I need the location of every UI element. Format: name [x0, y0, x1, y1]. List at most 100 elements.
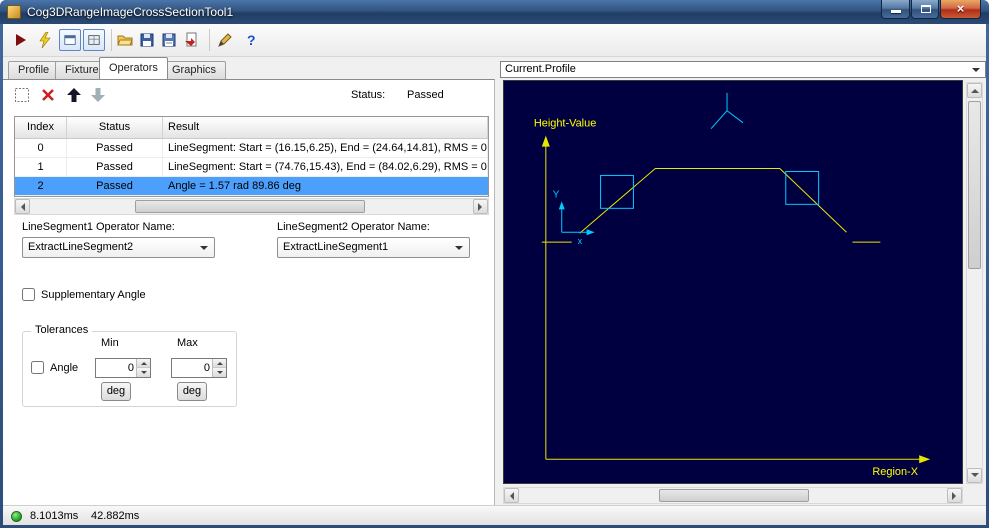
scroll-down-icon — [970, 473, 979, 481]
record-selector-combobox[interactable]: Current.Profile — [500, 61, 986, 78]
minimize-icon — [891, 10, 901, 13]
y-axis-label: Height-Value — [534, 118, 596, 130]
min-deg-button[interactable]: deg — [101, 382, 131, 401]
angle-max-input[interactable] — [172, 359, 212, 377]
profile-display-canvas[interactable]: Height-Value Region-X Y x — [503, 80, 963, 484]
linesegment2-value: ExtractLineSegment1 — [283, 241, 389, 253]
run-icon[interactable] — [13, 32, 29, 48]
import-icon[interactable] — [183, 32, 199, 48]
delete-operator-icon[interactable] — [39, 86, 57, 104]
minimize-button[interactable] — [881, 0, 910, 19]
image-window-button[interactable] — [83, 29, 105, 51]
spin-up-button[interactable] — [136, 359, 150, 368]
status-bar: 8.1013ms 42.882ms — [3, 505, 986, 525]
title-bar: Cog3DRangeImageCrossSectionTool1 × — [0, 0, 989, 24]
angle-tolerance-checkbox[interactable] — [31, 361, 44, 374]
max-deg-button[interactable]: deg — [177, 382, 207, 401]
mini-y-label: Y — [553, 189, 560, 200]
cell-index: 0 — [15, 139, 67, 157]
tab-graphics[interactable]: Graphics — [162, 61, 227, 79]
toolbar-separator — [111, 29, 112, 51]
chevron-down-icon — [200, 246, 208, 254]
cell-result: LineSegment: Start = (16.15,6.25), End =… — [163, 139, 488, 157]
scroll-right-button[interactable] — [473, 199, 488, 214]
graphics-panel: Current.Profile Height-Value Region-X Y … — [500, 61, 986, 505]
spin-down-icon — [140, 370, 147, 377]
tab-label: Graphics — [172, 64, 217, 76]
add-operator-icon[interactable] — [13, 86, 31, 104]
app-icon — [7, 5, 21, 19]
main-toolbar: ? — [3, 24, 986, 57]
table-row-selected[interactable]: 2 Passed Angle = 1.57 rad 89.86 deg — [15, 177, 488, 196]
hscroll-thumb[interactable] — [135, 200, 365, 213]
scroll-right-button[interactable] — [947, 488, 962, 503]
tab-profile[interactable]: Profile — [8, 61, 60, 79]
table-hscrollbar — [14, 198, 489, 215]
column-header-result[interactable]: Result — [163, 117, 488, 138]
scroll-down-button[interactable] — [967, 468, 982, 483]
supplementary-angle-row: Supplementary Angle — [22, 288, 146, 301]
results-table: Index Status Result 0 Passed LineSegment… — [14, 116, 489, 197]
linesegment1-combobox[interactable]: ExtractLineSegment2 — [22, 237, 215, 258]
close-button[interactable]: × — [940, 0, 981, 19]
angle-max-spinner — [171, 358, 227, 378]
cell-index: 1 — [15, 158, 67, 176]
hscroll-thumb[interactable] — [659, 489, 809, 502]
cell-status: Passed — [67, 158, 163, 176]
move-up-icon[interactable] — [65, 86, 83, 104]
profile-plot: Height-Value Region-X Y x — [504, 82, 962, 482]
save-icon[interactable] — [139, 32, 155, 48]
scroll-right-icon — [952, 491, 960, 500]
scroll-left-icon — [506, 491, 514, 500]
angle-min-input[interactable] — [96, 359, 136, 377]
spin-up-button[interactable] — [212, 359, 226, 368]
cell-result: LineSegment: Start = (74.76,15.43), End … — [163, 158, 488, 176]
total-time: 42.882ms — [91, 510, 140, 522]
table-header: Index Status Result — [15, 117, 488, 139]
app-window: Cog3DRangeImageCrossSectionTool1 × ? Pro… — [0, 0, 989, 528]
operators-toolbar: Status: Passed — [3, 80, 494, 110]
trigger-lightning-icon[interactable] — [37, 31, 53, 49]
column-header-index[interactable]: Index — [15, 117, 67, 138]
table-row[interactable]: 0 Passed LineSegment: Start = (16.15,6.2… — [15, 139, 488, 158]
scroll-up-icon — [970, 85, 979, 93]
record-selector-value: Current.Profile — [505, 63, 576, 75]
table-row[interactable]: 1 Passed LineSegment: Start = (74.76,15.… — [15, 158, 488, 177]
spin-down-button[interactable] — [212, 368, 226, 377]
signature-pen-icon[interactable] — [217, 32, 233, 48]
linesegment2-label: LineSegment2 Operator Name: — [277, 221, 430, 233]
angle-tolerance-row: Angle — [31, 361, 78, 374]
scroll-left-button[interactable] — [504, 488, 519, 503]
plot-background — [504, 82, 962, 482]
angle-min-spinner — [95, 358, 151, 378]
window-title: Cog3DRangeImageCrossSectionTool1 — [27, 5, 234, 19]
maximize-button[interactable] — [911, 0, 939, 19]
tab-label: Profile — [18, 64, 50, 76]
linesegment2-combobox[interactable]: ExtractLineSegment1 — [277, 237, 470, 258]
process-time: 8.1013ms — [30, 510, 79, 522]
status-value: Passed — [407, 89, 444, 101]
graphics-vscrollbar — [966, 82, 983, 484]
scroll-left-icon — [17, 202, 25, 211]
supplementary-angle-checkbox[interactable] — [22, 288, 35, 301]
vscroll-thumb[interactable] — [968, 101, 981, 269]
tolerances-groupbox: Tolerances Min Max Angle 0 0 deg deg — [22, 324, 237, 407]
move-down-icon[interactable] — [89, 86, 107, 104]
cell-status: Passed — [67, 139, 163, 157]
help-icon[interactable]: ? — [243, 32, 259, 48]
supplementary-angle-label: Supplementary Angle — [41, 288, 146, 301]
scroll-up-button[interactable] — [967, 83, 982, 98]
save-as-icon[interactable] — [161, 32, 177, 48]
live-display-button[interactable] — [59, 29, 81, 51]
client-area: ? Profile Fixture Operators Graphics Sta… — [3, 24, 986, 525]
cell-result: Angle = 1.57 rad 89.86 deg — [163, 177, 488, 195]
scroll-left-button[interactable] — [15, 199, 30, 214]
graphics-hscrollbar — [503, 487, 963, 504]
open-folder-icon[interactable] — [117, 32, 133, 48]
spin-down-button[interactable] — [136, 368, 150, 377]
svg-text:?: ? — [247, 32, 256, 48]
column-header-status[interactable]: Status — [67, 117, 163, 138]
maximize-icon — [921, 5, 931, 13]
tab-operators[interactable]: Operators — [99, 57, 168, 79]
spin-up-icon — [140, 359, 147, 365]
